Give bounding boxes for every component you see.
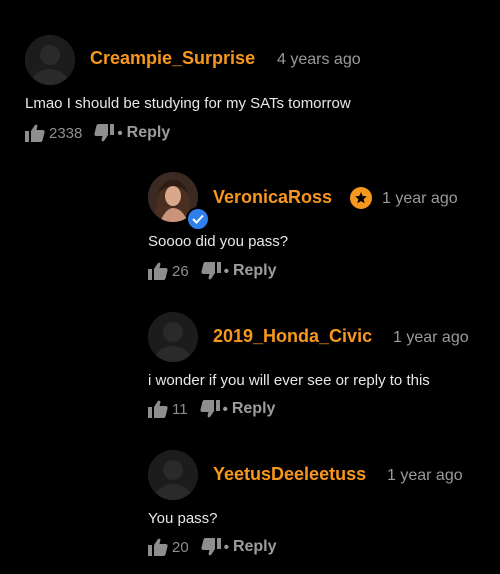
upvote-button[interactable]	[148, 400, 168, 418]
reply-comment-2: 2019_Honda_Civic 1 year ago i wonder if …	[0, 290, 500, 430]
comment-actions: 11 • Reply	[148, 398, 275, 420]
comment-actions: 26 • Reply	[148, 260, 277, 282]
like-count: 11	[172, 400, 188, 418]
username[interactable]: Creampie_Surprise	[90, 48, 255, 69]
avatar[interactable]	[148, 312, 198, 362]
thumbs-up-icon	[148, 262, 168, 280]
upvote-button[interactable]	[25, 124, 45, 142]
timestamp: 1 year ago	[393, 329, 469, 346]
avatar[interactable]	[148, 450, 198, 500]
avatar[interactable]	[25, 35, 75, 85]
upvote-button[interactable]	[148, 538, 168, 556]
reply-comment-1: VeronicaRoss 1 year ago Soooo did you pa…	[0, 150, 500, 290]
default-avatar-icon	[148, 312, 198, 362]
default-avatar-icon	[25, 35, 75, 85]
timestamp: 1 year ago	[382, 190, 458, 207]
separator-dot: •	[117, 124, 123, 142]
reply-button[interactable]: Reply	[232, 400, 276, 418]
thumbs-down-icon	[94, 124, 115, 142]
comment-text: You pass?	[148, 510, 218, 527]
thumbs-up-icon	[148, 400, 168, 418]
default-avatar-icon	[148, 450, 198, 500]
thumbs-down-icon	[201, 262, 221, 280]
timestamp: 4 years ago	[277, 51, 361, 68]
reply-button[interactable]: Reply	[233, 262, 277, 280]
username[interactable]: 2019_Honda_Civic	[213, 326, 372, 347]
reply-button[interactable]: Reply	[233, 538, 277, 556]
reply-button[interactable]: Reply	[127, 124, 171, 142]
downvote-button[interactable]	[199, 400, 220, 418]
comment-actions: 2338 • Reply	[25, 122, 170, 144]
like-count: 2338	[49, 124, 83, 142]
thumbs-down-icon	[199, 400, 220, 418]
upvote-button[interactable]	[148, 262, 168, 280]
like-count: 20	[172, 538, 189, 556]
separator-dot: •	[223, 262, 229, 280]
separator-dot: •	[223, 538, 229, 556]
comment-actions: 20 • Reply	[148, 536, 277, 558]
verified-check-icon	[186, 207, 210, 231]
comment-text: Lmao I should be studying for my SATs to…	[25, 95, 351, 112]
downvote-button[interactable]	[94, 124, 115, 142]
reply-comment-3: YeetusDeeleetuss 1 year ago You pass? 20…	[0, 430, 500, 574]
separator-dot: •	[222, 400, 228, 418]
username[interactable]: YeetusDeeleetuss	[213, 464, 366, 485]
timestamp: 1 year ago	[387, 467, 463, 484]
username[interactable]: VeronicaRoss	[213, 187, 332, 208]
thumbs-up-icon	[148, 538, 168, 556]
downvote-button[interactable]	[201, 262, 221, 280]
comment-text: i wonder if you will ever see or reply t…	[148, 372, 430, 389]
comment-1: Creampie_Surprise 4 years ago Lmao I sho…	[0, 0, 500, 150]
star-badge-icon	[350, 187, 372, 209]
downvote-button[interactable]	[201, 538, 221, 556]
thumbs-down-icon	[201, 538, 221, 556]
thumbs-up-icon	[25, 124, 45, 142]
comment-text: Soooo did you pass?	[148, 233, 289, 250]
like-count: 26	[172, 262, 189, 280]
